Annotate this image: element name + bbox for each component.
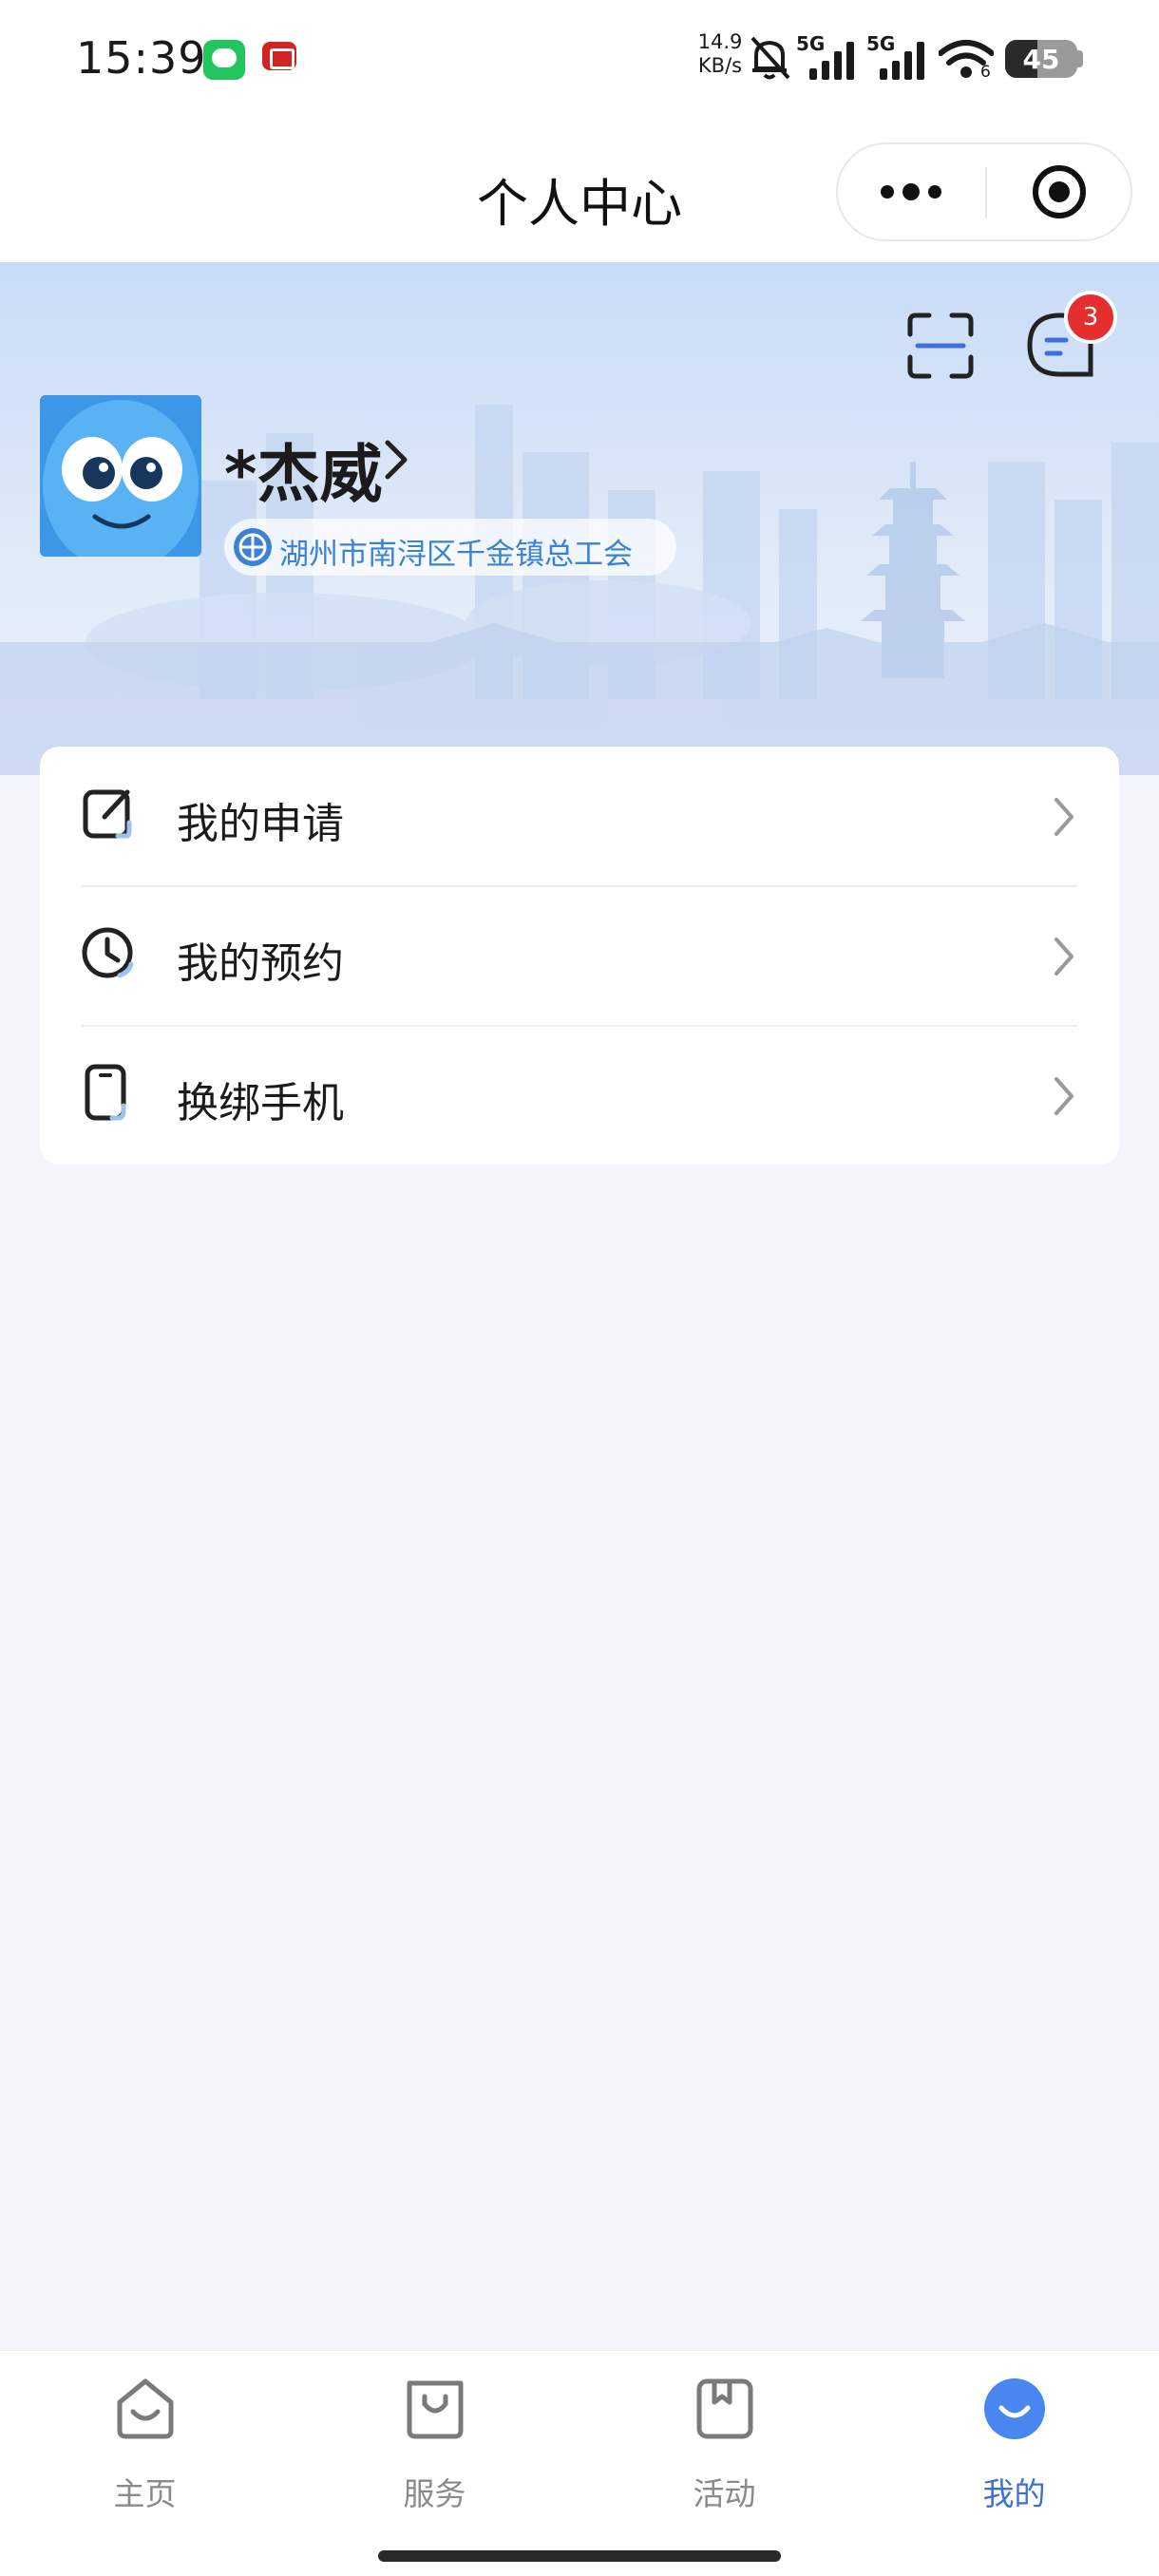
menu-item-my-applications[interactable]: 我的申请: [40, 747, 1119, 885]
signal-strength-icon: [880, 42, 924, 80]
wifi-sub-label: 6: [980, 63, 991, 82]
battery-icon: 45: [1005, 40, 1077, 78]
mute-bell-icon: [750, 36, 790, 80]
more-dots-icon: [881, 183, 941, 200]
menu-item-my-reservations[interactable]: 我的预约: [40, 886, 1119, 1025]
tab-mine[interactable]: 我的: [869, 2351, 1159, 2512]
clock-icon: [82, 927, 134, 978]
home-icon: [117, 2378, 174, 2439]
profile-smile-icon: [984, 2378, 1045, 2439]
profile-header: 3 *杰威 湖州市南浔区千金镇总工会: [0, 262, 1159, 775]
mini-program-capsule: [836, 142, 1132, 241]
mascot-avatar-icon: [40, 395, 201, 557]
menu-item-label: 我的申请: [177, 800, 344, 848]
more-button[interactable]: [838, 144, 984, 239]
tab-label: 服务: [403, 2475, 466, 2512]
tab-label: 我的: [982, 2475, 1046, 2512]
bank-app-notification-icon: [258, 40, 300, 80]
union-logo-icon: [234, 528, 272, 566]
nav-bar: 个人中心: [0, 123, 1159, 262]
scan-icon[interactable]: [906, 312, 975, 380]
menu-item-label: 换绑手机: [177, 1079, 344, 1127]
network-speed-unit: KB/s: [697, 54, 743, 77]
avatar[interactable]: [40, 395, 201, 557]
user-name[interactable]: *杰威: [224, 424, 383, 515]
chevron-right-icon: [1054, 798, 1074, 836]
application-edit-icon: [83, 789, 132, 839]
network-speed-value: 14.9: [697, 30, 743, 53]
shopping-bag-icon: [407, 2380, 464, 2439]
phone-icon: [85, 1064, 126, 1121]
organization-name: 湖州市南浔区千金镇总工会: [279, 538, 633, 572]
signal-strength-icon: [809, 42, 854, 80]
status-bar: 15:39 14.9 KB/s 5G 5G 6 45: [0, 0, 1159, 123]
tab-label: 活动: [693, 2475, 756, 2512]
menu-item-label: 我的预约: [177, 939, 344, 988]
tab-services[interactable]: 服务: [290, 2351, 580, 2512]
chevron-right-icon: [1054, 1077, 1074, 1115]
bookmark-icon: [696, 2378, 753, 2439]
battery-tip: [1077, 50, 1083, 67]
message-app-notification-icon: [203, 40, 245, 80]
chevron-right-icon: [1054, 938, 1074, 975]
close-button[interactable]: [987, 144, 1131, 239]
organization-tag: 湖州市南浔区千金镇总工会: [224, 519, 676, 576]
chevron-right-icon[interactable]: [382, 437, 410, 483]
bottom-tab-bar: 主页 服务 活动 我的: [0, 2350, 1159, 2576]
tab-home[interactable]: 主页: [0, 2351, 290, 2512]
target-close-icon: [1033, 165, 1086, 218]
menu-item-change-phone[interactable]: 换绑手机: [40, 1026, 1119, 1165]
status-time: 15:39: [76, 32, 207, 84]
message-count-badge: 3: [1064, 291, 1117, 344]
network-speed: 14.9 KB/s: [692, 30, 749, 78]
tab-activities[interactable]: 活动: [580, 2351, 869, 2512]
menu-card: 我的申请 我的预约 换绑手机: [40, 747, 1119, 1165]
tab-label: 主页: [113, 2475, 177, 2512]
home-indicator[interactable]: [378, 2550, 781, 2562]
battery-level-text: 45: [1022, 44, 1060, 75]
